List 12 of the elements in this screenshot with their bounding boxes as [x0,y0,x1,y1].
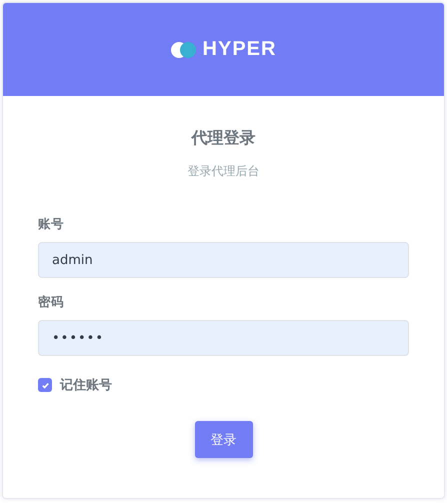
username-field[interactable]: admin [38,242,409,278]
logo-icon [170,40,197,58]
page-subtitle: 登录代理后台 [186,163,260,180]
remember-label: 记住账号 [60,377,112,394]
login-button[interactable]: 登录 [194,421,252,458]
logo-text: HYPER [202,38,276,61]
check-icon [40,380,50,390]
remember-checkbox[interactable] [38,378,52,392]
field-label: 密码 [38,294,65,311]
password-field[interactable]: •••••• [38,320,409,356]
field-label: 账号 [38,216,65,233]
page-title: 代理登录 [190,128,256,149]
